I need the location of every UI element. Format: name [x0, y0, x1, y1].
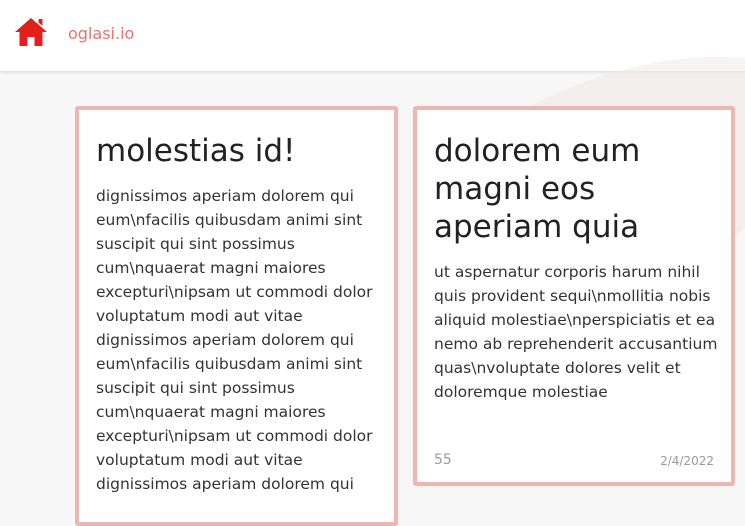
home-icon: [15, 18, 47, 46]
card-count: 55: [434, 452, 452, 468]
card-description: ut aspernatur corporis harum nihil quis …: [434, 263, 718, 401]
card-title: molestias id!: [96, 133, 296, 169]
card-date: 2/4/2022: [660, 454, 714, 468]
ad-card[interactable]: molestias id! dignissimos aperiam dolore…: [75, 106, 398, 526]
card-description: dignissimos aperiam dolorem qui eum\nfac…: [96, 187, 373, 493]
ad-card[interactable]: dolorem eum magni eos aperiam quia ut as…: [413, 106, 735, 486]
home-link[interactable]: [14, 16, 48, 48]
brand-link[interactable]: oglasi.io: [68, 24, 134, 44]
top-navbar: oglasi.io: [0, 0, 745, 72]
card-title: dolorem eum magni eos aperiam quia: [434, 133, 641, 245]
